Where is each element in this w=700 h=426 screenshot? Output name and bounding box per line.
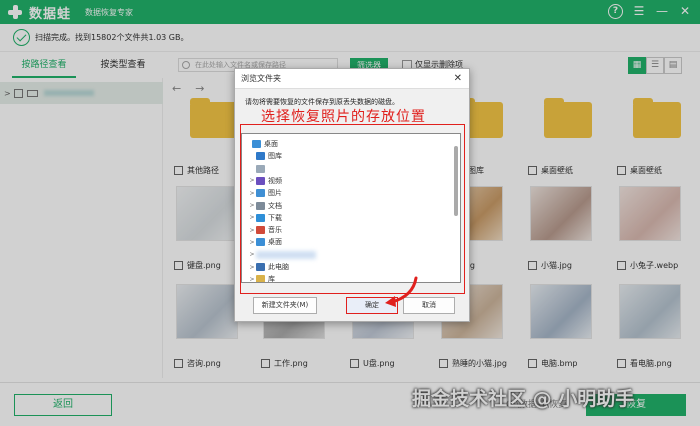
dialog-close-icon[interactable]: ✕ (454, 73, 462, 84)
pc-icon (256, 263, 265, 271)
tree-expand-icon[interactable]: > (248, 239, 256, 246)
music-icon (256, 226, 265, 235)
tree-expand-icon[interactable]: > (248, 227, 256, 234)
folder-tree-item[interactable]: 图库 (248, 150, 282, 162)
desktop-icon (256, 238, 265, 247)
folder-tree-item[interactable]: > (248, 249, 319, 261)
folder-tree-item[interactable]: > 桌面 (248, 236, 282, 248)
folder-tree-label: 此电脑 (268, 263, 289, 271)
download-icon (256, 213, 265, 222)
folder-tree-item[interactable]: > 此电脑 (248, 261, 289, 273)
tree-expand-icon[interactable]: > (248, 264, 256, 271)
folder-tree-scrollbar[interactable] (453, 136, 459, 282)
user-icon (256, 164, 265, 173)
folder-tree-item[interactable]: > 库 (248, 273, 275, 283)
blurred-icon (256, 250, 316, 259)
library-icon (256, 275, 265, 282)
desktop-icon (252, 140, 261, 148)
gallery-icon (256, 152, 265, 161)
tree-expand-icon[interactable]: > (248, 251, 256, 258)
folder-tree-item[interactable]: > 图片 (248, 187, 282, 199)
tree-expand-icon[interactable]: > (248, 190, 256, 197)
tree-expand-icon[interactable]: > (248, 202, 256, 209)
tree-expand-icon[interactable]: > (248, 177, 256, 184)
folder-tree-label: 桌面 (264, 140, 278, 148)
folder-tree-item[interactable]: > 文档 (248, 200, 282, 212)
folder-tree-item[interactable]: > 下载 (248, 212, 282, 224)
folder-tree-label: 下载 (268, 213, 282, 222)
documents-icon (256, 201, 265, 210)
dialog-title-bar: 浏览文件夹 ✕ (235, 69, 469, 89)
folder-tree-label: 桌面 (268, 238, 282, 247)
folder-tree-label: 音乐 (268, 226, 282, 235)
folder-tree-label: 文档 (268, 201, 282, 210)
tree-expand-icon[interactable]: > (248, 214, 256, 221)
folder-tree-label: 图库 (268, 152, 282, 161)
folder-tree-label: 图片 (268, 189, 282, 198)
folder-tree-item[interactable]: > 音乐 (248, 224, 282, 236)
folder-tree-item[interactable] (248, 163, 268, 175)
annotation-arrow-icon (385, 276, 418, 307)
scrollbar-thumb[interactable] (454, 146, 458, 216)
pictures-icon (256, 189, 265, 198)
new-folder-button[interactable]: 新建文件夹(M) (253, 297, 317, 314)
folder-tree[interactable]: 桌面 图库 > 视频 > 图片 > 文档 > 下载 > 音乐 > 桌面 > > 此电脑 > 库 (241, 133, 461, 283)
folder-tree-item[interactable]: 桌面 (244, 138, 278, 150)
dialog-title: 浏览文件夹 (241, 74, 281, 83)
annotation-text: 选择恢复照片的存放位置 (261, 109, 426, 125)
browse-folder-dialog: 浏览文件夹 ✕ 请勿将需要恢复的文件保存到原丢失数据的磁盘。 选择恢复照片的存放… (234, 68, 470, 322)
video-icon (256, 176, 265, 185)
folder-tree-item[interactable]: > 视频 (248, 175, 282, 187)
folder-tree-label: 库 (268, 275, 275, 283)
tree-expand-icon[interactable]: > (248, 276, 256, 282)
folder-tree-label: 视频 (268, 176, 282, 185)
